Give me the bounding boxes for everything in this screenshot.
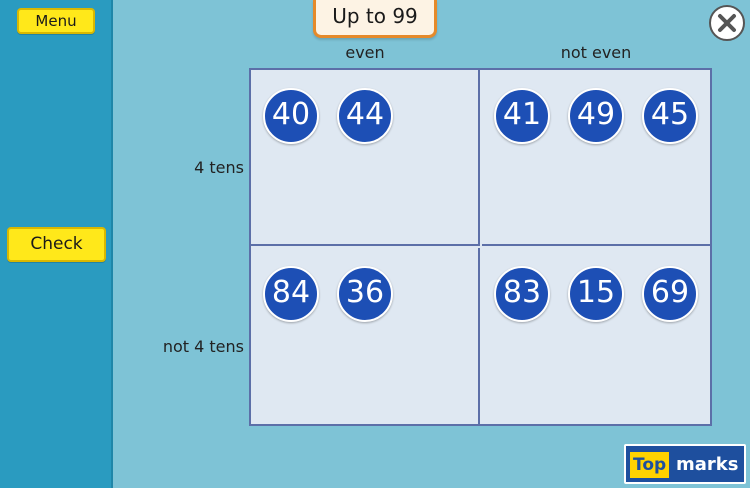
cell-not-4-tens-not-even[interactable]: 83 15 69 (482, 248, 710, 424)
level-title-tab[interactable]: Up to 99 (313, 0, 437, 38)
close-icon (718, 14, 736, 32)
check-button[interactable]: Check (7, 227, 106, 262)
row-label-4-tens: 4 tens (194, 158, 244, 177)
close-button[interactable] (709, 5, 745, 41)
logo-marks-text: marks (676, 454, 739, 475)
cell-4-tens-not-even[interactable]: 41 49 45 (482, 70, 710, 246)
sidebar: Menu Check (0, 0, 113, 488)
number-ball[interactable]: 36 (337, 266, 393, 322)
number-ball[interactable]: 69 (642, 266, 698, 322)
number-ball[interactable]: 83 (494, 266, 550, 322)
row-label-not-4-tens: not 4 tens (162, 337, 244, 356)
number-ball[interactable]: 84 (263, 266, 319, 322)
number-ball[interactable]: 41 (494, 88, 550, 144)
cell-not-4-tens-even[interactable]: 84 36 (251, 248, 480, 424)
topmarks-logo[interactable]: Top marks (624, 444, 746, 484)
number-ball[interactable]: 15 (568, 266, 624, 322)
column-label-not-even: not even (560, 43, 632, 62)
number-ball[interactable]: 49 (568, 88, 624, 144)
cell-4-tens-even[interactable]: 40 44 (251, 70, 480, 246)
number-ball[interactable]: 45 (642, 88, 698, 144)
carroll-diagram: 40 44 41 49 45 84 36 83 15 69 (249, 68, 712, 426)
number-ball[interactable]: 44 (337, 88, 393, 144)
column-label-even: even (345, 43, 385, 62)
menu-button[interactable]: Menu (17, 8, 95, 34)
number-ball[interactable]: 40 (263, 88, 319, 144)
logo-top-text: Top (630, 452, 670, 478)
